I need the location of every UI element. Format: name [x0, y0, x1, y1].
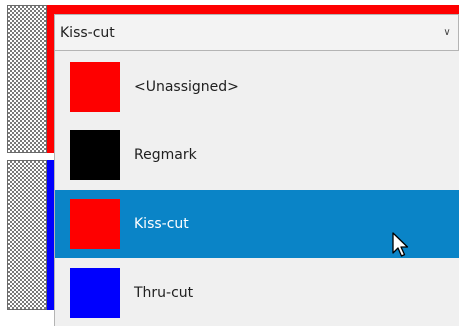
color-swatch — [70, 199, 120, 249]
combobox-value: Kiss-cut — [60, 24, 115, 41]
cut-type-combobox[interactable]: Kiss-cut ∨ — [54, 14, 459, 51]
option-label: Thru-cut — [134, 285, 194, 301]
option-regmark[interactable]: Regmark — [55, 121, 459, 189]
option-unassigned[interactable]: <Unassigned> — [55, 53, 459, 121]
mouse-pointer-icon — [392, 232, 409, 257]
color-swatch — [70, 130, 120, 180]
chevron-down-icon[interactable]: ∨ — [436, 27, 458, 38]
cut-type-dropdown-list: <Unassigned> Regmark Kiss-cut Thru-cut — [54, 51, 459, 326]
layer-pattern-swatch-bottom — [7, 160, 47, 310]
option-thru-cut[interactable]: Thru-cut — [55, 259, 459, 327]
color-swatch — [70, 62, 120, 112]
option-label: Regmark — [134, 147, 197, 163]
color-swatch — [70, 268, 120, 318]
option-label: Kiss-cut — [134, 216, 189, 232]
layer-pattern-swatch-top — [7, 5, 47, 153]
option-label: <Unassigned> — [134, 79, 239, 95]
